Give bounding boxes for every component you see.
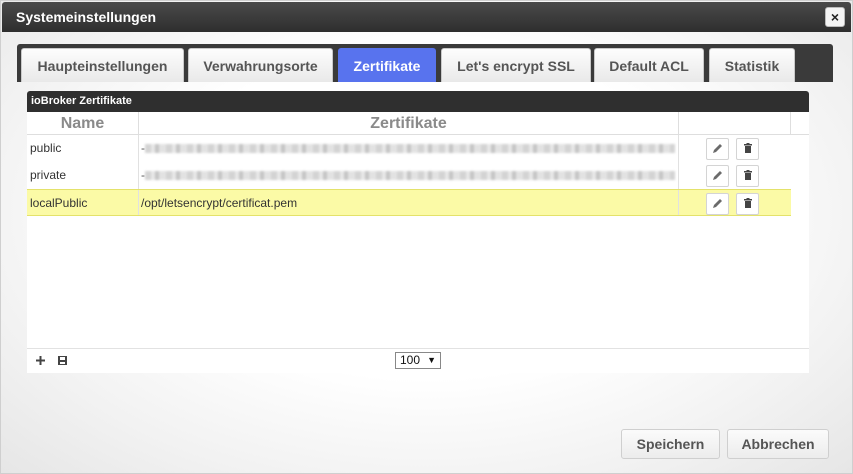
column-header-spacer <box>791 112 809 135</box>
tab-statistik[interactable]: Statistik <box>709 48 795 82</box>
pencil-icon <box>713 199 722 209</box>
chevron-down-icon: ▼ <box>427 355 436 365</box>
trash-icon <box>743 143 752 154</box>
table-row-selected[interactable]: localPublic /opt/letsencrypt/certificat.… <box>27 189 791 216</box>
tab-verwahrungsorte[interactable]: Verwahrungsorte <box>188 48 333 82</box>
edit-button[interactable] <box>706 138 729 160</box>
cert-value-redacted <box>145 171 675 180</box>
tab-haupteinstellungen[interactable]: Haupteinstellungen <box>21 48 184 82</box>
column-header-name[interactable]: Name <box>27 112 139 135</box>
table-row[interactable]: public - <box>27 135 791 162</box>
cert-name-cell: private <box>27 162 139 189</box>
delete-button[interactable] <box>736 165 759 187</box>
save-rows-button[interactable] <box>55 354 69 368</box>
page-size-value: 100 <box>400 353 421 367</box>
cert-value-redacted <box>145 144 675 153</box>
trash-icon <box>743 170 752 181</box>
edit-button[interactable] <box>706 193 729 215</box>
tab-default-acl[interactable]: Default ACL <box>594 48 704 82</box>
delete-button[interactable] <box>736 138 759 160</box>
pencil-icon <box>713 171 722 181</box>
delete-button[interactable] <box>736 193 759 215</box>
close-button[interactable]: × <box>825 7 845 27</box>
cert-name-cell: public <box>27 135 139 162</box>
pencil-icon <box>713 144 722 154</box>
cert-name-cell: localPublic <box>27 190 139 215</box>
column-header-cert[interactable]: Zertifikate <box>139 112 679 135</box>
grid-footer: 100 ▼ <box>27 348 809 373</box>
tab-bar: Haupteinstellungen Verwahrungsorte Zerti… <box>17 44 833 82</box>
table-row[interactable]: private - <box>27 162 791 189</box>
panel-title: ioBroker Zertifikate <box>27 91 809 112</box>
tab-zertifikate[interactable]: Zertifikate <box>338 48 436 82</box>
dialog-titlebar: Systemeinstellungen <box>2 2 851 32</box>
edit-button[interactable] <box>706 165 729 187</box>
add-button[interactable] <box>33 354 47 368</box>
tab-letsencrypt-ssl[interactable]: Let's encrypt SSL <box>441 48 591 82</box>
close-icon: × <box>830 9 840 25</box>
page-size-select[interactable]: 100 ▼ <box>395 352 441 369</box>
certificates-grid: Name Zertifikate public - private - loca… <box>27 112 809 348</box>
plus-icon <box>35 356 45 365</box>
dialog-title: Systemeinstellungen <box>16 9 157 25</box>
save-button[interactable]: Speichern <box>621 429 720 459</box>
cert-value-cell: /opt/letsencrypt/certificat.pem <box>139 190 679 215</box>
trash-icon <box>743 198 752 209</box>
cancel-button[interactable]: Abbrechen <box>727 429 829 459</box>
cert-value-cell: - <box>139 135 679 162</box>
cert-value-cell: - <box>139 162 679 189</box>
settings-dialog: Systemeinstellungen × Haupteinstellungen… <box>0 0 853 474</box>
floppy-icon <box>57 356 67 365</box>
column-header-actions <box>679 112 791 135</box>
